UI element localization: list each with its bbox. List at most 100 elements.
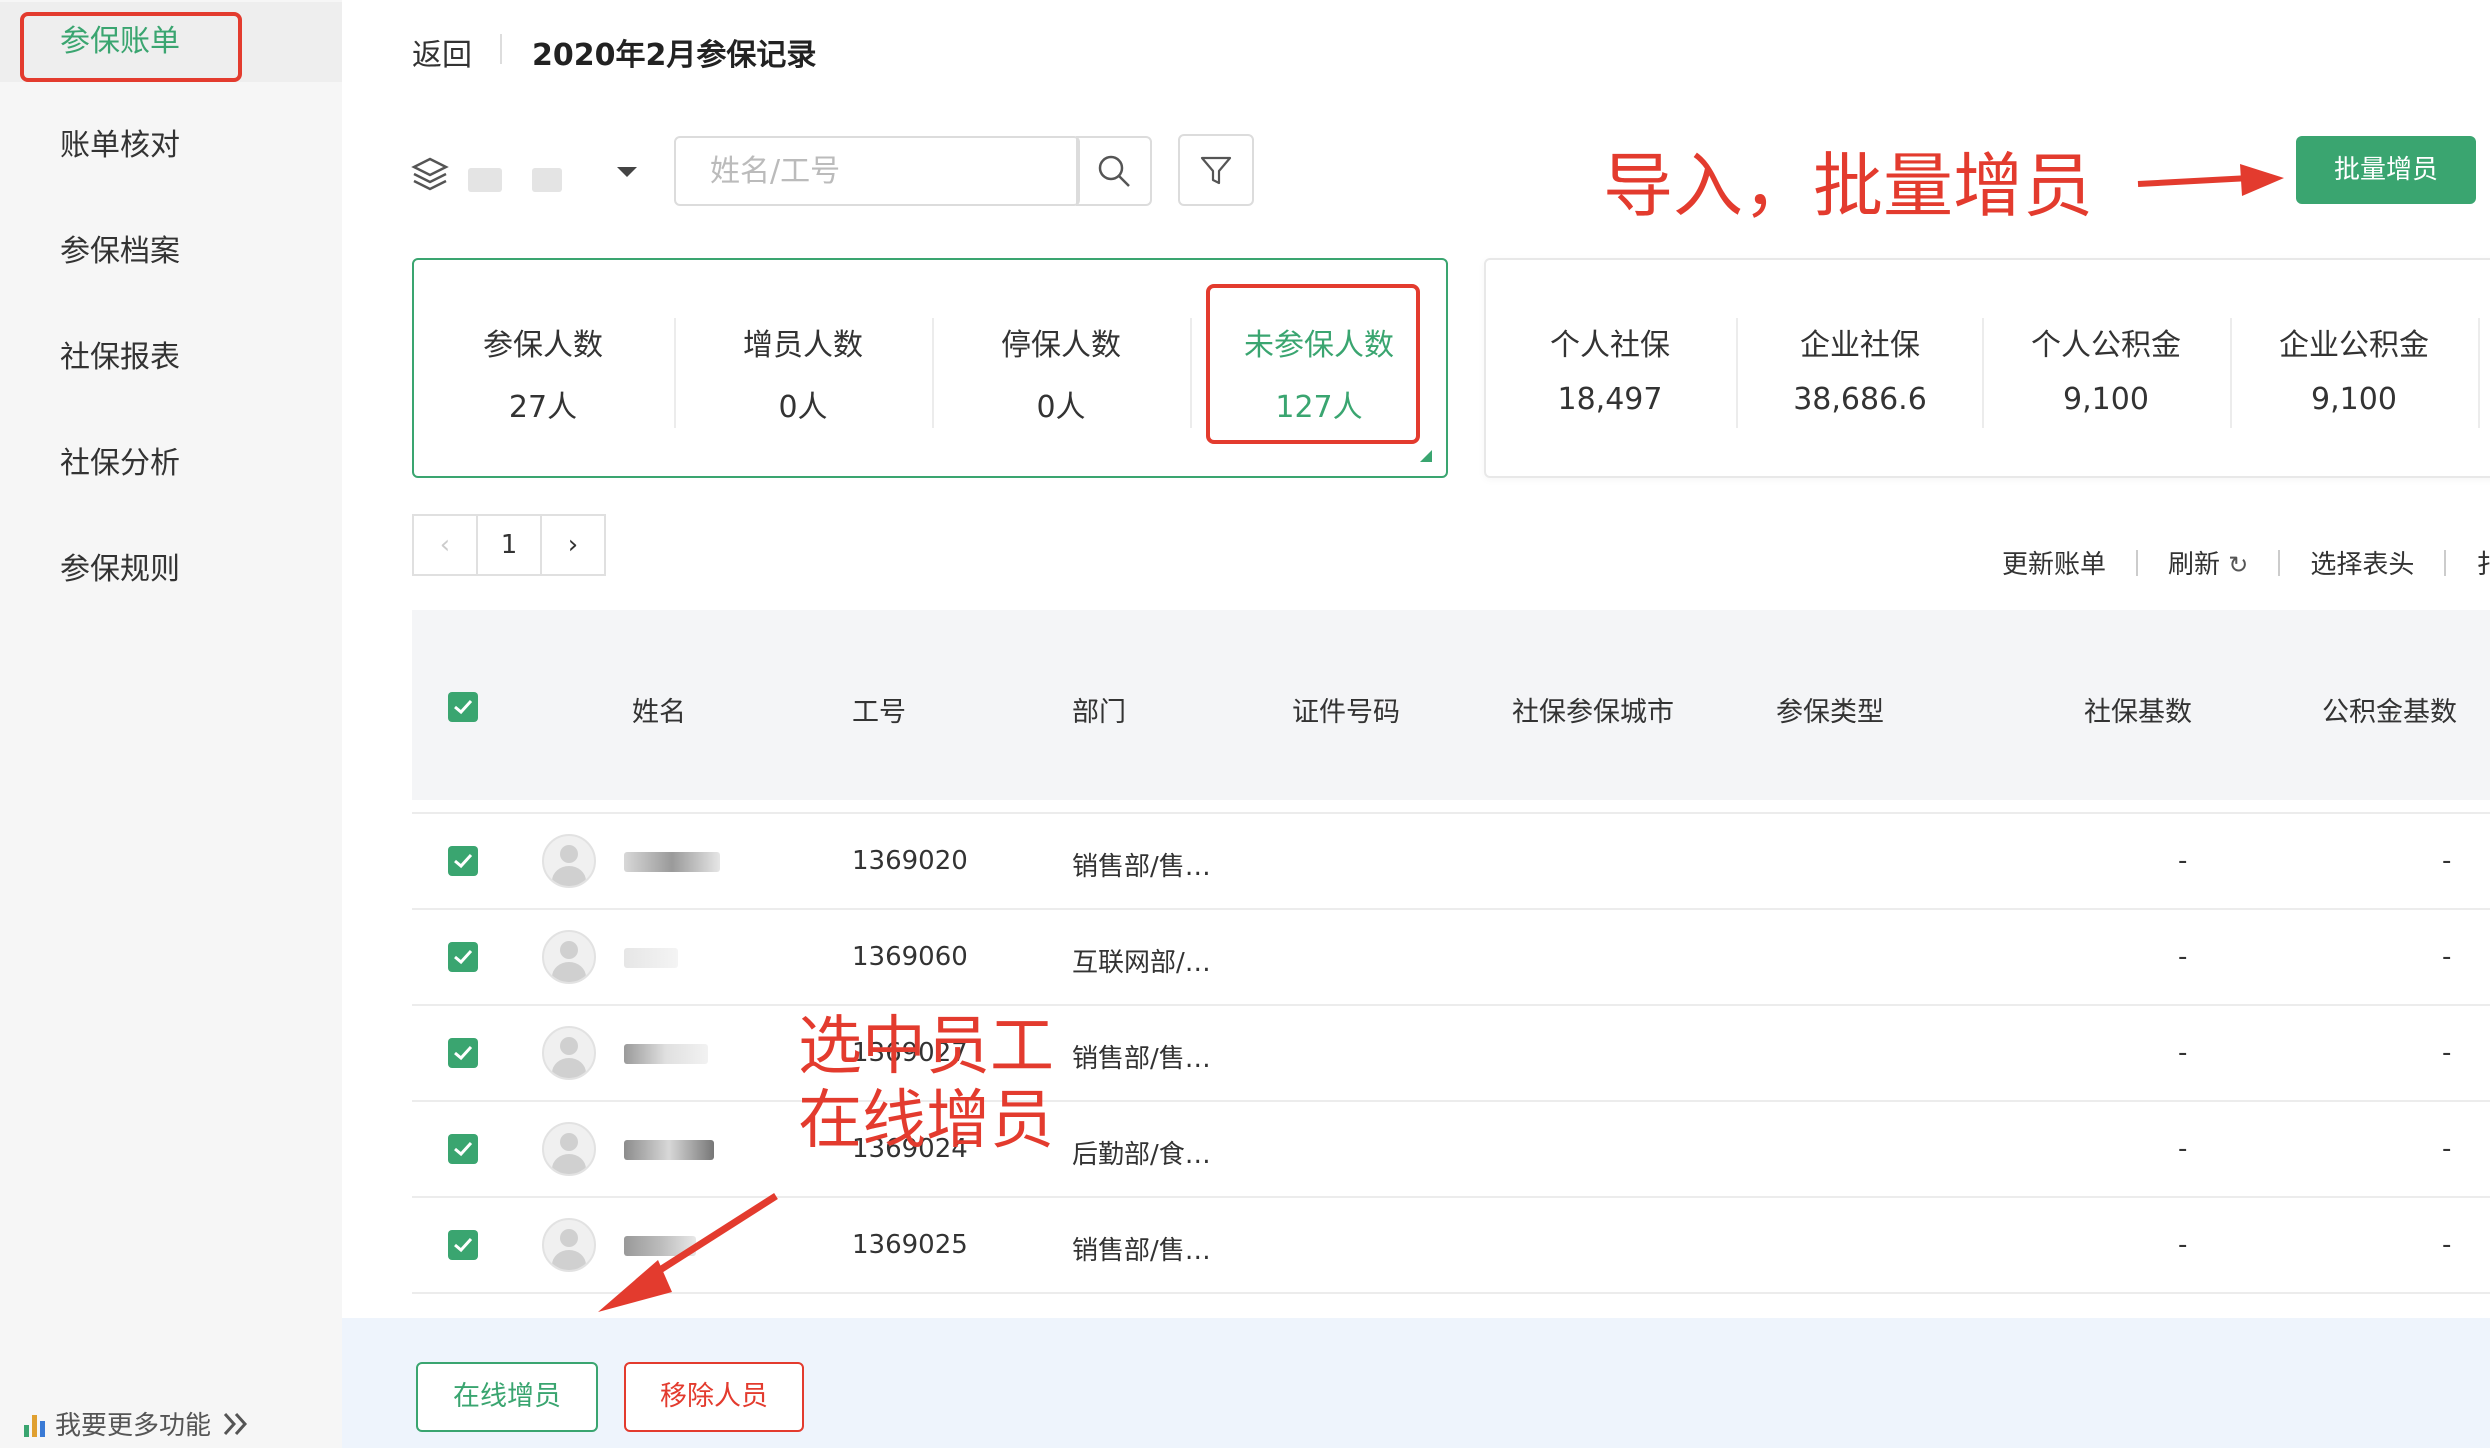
sidebar-item-rules[interactable]: 参保规则 [0,530,342,610]
update-bill-link[interactable]: 更新账单 [2002,544,2106,581]
stat-company-fund: 企业公积金 9,100 [2230,260,2478,476]
select-header-link[interactable]: 选择表头 [2310,544,2414,581]
check-icon [454,1141,473,1157]
employee-name-blurred [624,948,678,968]
fund-base-value: - [2442,1038,2452,1068]
annotation-import-note: 导入，批量增员 [1603,145,2093,227]
filter-button[interactable] [1178,134,1254,206]
column-header-city[interactable]: 社保参保城市 [1512,690,1674,729]
fund-base-value: - [2442,1134,2452,1164]
page-number[interactable]: 1 [476,514,542,576]
social-base-value: - [2178,942,2188,972]
more-features-label: 我要更多功能 [55,1411,212,1441]
stat-value: 38,686.6 [1793,382,1927,417]
org-selector[interactable] [410,155,450,199]
stats-panel-amounts: 个人社保 18,497 企业社保 38,686.6 个人公积金 9,100 企业… [1484,258,2490,478]
org-name-blurred [468,168,502,192]
table-row[interactable]: 1369027 销售部/售… - - [412,1006,2490,1102]
employee-name-blurred [624,852,720,872]
avatar [542,1026,596,1080]
search-input[interactable] [676,138,1076,204]
stat-company-social: 企业社保 38,686.6 [1736,260,1984,476]
table-row[interactable]: 1369060 互联网部/… - - [412,910,2490,1006]
org-name-blurred [532,168,562,192]
sidebar: 参保账单 账单核对 参保档案 社保报表 社保分析 参保规则 我要更多功能 [0,0,342,1448]
more-features-link[interactable]: 我要更多功能 [24,1405,251,1442]
stat-value: 0人 [778,390,828,425]
employee-name-blurred [624,1140,714,1160]
back-link[interactable]: 返回 [412,30,472,74]
fund-base-value: - [2442,942,2452,972]
table-row[interactable]: 1369024 后勤部/食… - - [412,1102,2490,1198]
row-checkbox[interactable] [448,1134,478,1164]
divider [2278,549,2281,576]
avatar [542,930,596,984]
online-add-button[interactable]: 在线增员 [416,1362,598,1432]
remove-member-button[interactable]: 移除人员 [624,1362,804,1432]
employee-dept: 互联网部/… [1072,948,1211,978]
sidebar-item-report[interactable]: 社保报表 [0,318,342,398]
check-icon [454,1237,473,1253]
social-base-value: - [2178,846,2188,876]
header-divider [500,34,502,64]
next-page-button[interactable]: › [540,514,606,576]
stat-insured[interactable]: 参保人数 27人 [414,260,672,476]
sidebar-item-archive[interactable]: 参保档案 [0,212,342,292]
annotation-arrow-down [598,1193,778,1312]
table-row[interactable]: 1369020 销售部/售… - - [412,814,2490,910]
column-header-id[interactable]: 工号 [852,690,906,729]
annotation-line: 选中员工 [798,1010,1054,1084]
batch-add-button[interactable]: 批量增员 [2296,136,2476,204]
annotation-highlight-box [20,12,242,82]
row-checkbox[interactable] [448,1038,478,1068]
prev-page-button[interactable]: ‹ [412,514,478,576]
annotation-line: 在线增员 [798,1084,1054,1158]
column-header-id-number[interactable]: 证件号码 [1292,690,1400,729]
stat-label: 个人社保 [1550,328,1670,363]
page-title: 2020年2月参保记录 [532,38,817,73]
refresh-link[interactable]: 刷新 ↻ [2168,544,2248,581]
social-base-value: - [2178,1038,2188,1068]
search-button[interactable] [1076,136,1152,206]
table-actions: 更新账单 刷新 ↻ 选择表头 扌 [2002,544,2490,581]
filter-icon [1200,156,1232,185]
annotation-select-note: 选中员工 在线增员 [798,1010,1054,1158]
search-box [674,136,1080,206]
sidebar-item-bill-check[interactable]: 账单核对 [0,106,342,186]
stat-added[interactable]: 增员人数 0人 [674,260,932,476]
column-header-dept[interactable]: 部门 [1072,690,1126,729]
stat-value: 9,100 [2063,382,2149,417]
employee-dept: 销售部/售… [1072,1044,1211,1074]
refresh-icon: ↻ [2228,551,2249,579]
fund-base-value: - [2442,846,2452,876]
column-header-name[interactable]: 姓名 [632,690,686,729]
selected-corner-mark [1420,450,1432,462]
sidebar-item-analysis[interactable]: 社保分析 [0,424,342,504]
social-base-value: - [2178,1230,2188,1260]
stat-label: 增员人数 [743,328,863,363]
annotation-highlight-box [1206,284,1420,444]
column-header-fund-base[interactable]: 公积金基数 [2322,690,2457,729]
row-checkbox[interactable] [448,942,478,972]
pagination: ‹ 1 › [412,514,606,576]
check-icon [454,949,473,965]
divider [2444,549,2447,576]
select-all-checkbox[interactable] [448,692,478,722]
avatar [542,834,596,888]
social-base-value: - [2178,1134,2188,1164]
more-action-link[interactable]: 扌 [2476,544,2490,581]
row-checkbox[interactable] [448,846,478,876]
caret-down-icon[interactable] [617,167,637,177]
column-header-type[interactable]: 参保类型 [1776,690,1884,729]
check-icon [454,699,473,715]
employee-dept: 销售部/售… [1072,852,1211,882]
stat-value: 9,100 [2311,382,2397,417]
row-checkbox[interactable] [448,1230,478,1260]
stat-value: 0人 [1036,390,1086,425]
stat-label: 企业公积金 [2279,328,2429,363]
stat-stopped[interactable]: 停保人数 0人 [932,260,1190,476]
stat-value: 27人 [508,390,578,425]
search-icon [1098,155,1130,187]
column-header-social-base[interactable]: 社保基数 [2084,690,2192,729]
annotation-arrow-right [2137,164,2284,196]
